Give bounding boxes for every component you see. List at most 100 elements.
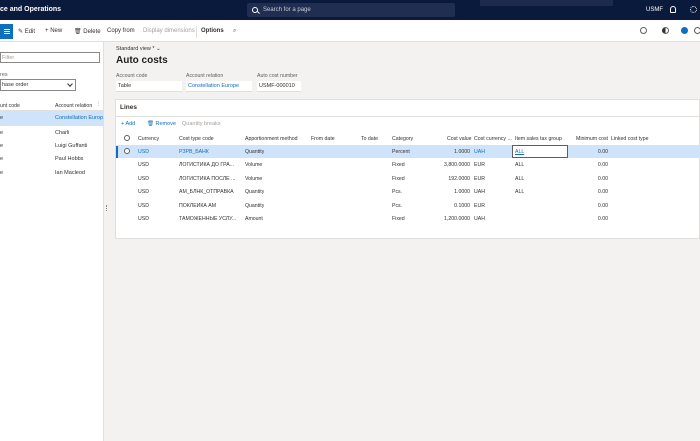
lines-section-title[interactable]: Lines [120,104,137,111]
cell-currency[interactable]: USD [138,216,149,222]
add-line-button[interactable]: + Add [121,121,135,127]
module-type-select[interactable]: hase order [0,79,76,91]
search-box[interactable]: Search for a page [247,3,455,17]
office-icon[interactable] [681,27,688,34]
cell-category[interactable]: Fixed [392,176,405,182]
table-row[interactable]: USD РЗРВ_БАНК Quantity Percent 1.0000 UA… [116,145,700,158]
cell-cost-value[interactable]: 192.0000 [426,176,470,182]
column-header-account-code[interactable]: unt code [0,103,20,109]
cell-cost-type[interactable]: ЛОГИСТИКА ПОСЛЕ ... [179,176,241,182]
table-row[interactable]: USD ТАМОЖЕННЫЕ УСЛУ... Amount Fixed 1,20… [116,212,700,225]
cell-cost-currency[interactable]: UAH [474,149,485,155]
row-select-radio[interactable] [124,148,130,154]
hamburger-menu-button[interactable] [0,24,13,39]
column-header-linked-cost-type[interactable]: Linked cost type [611,136,649,142]
cell-method[interactable]: Amount [245,216,263,222]
cell-method[interactable]: Quantity [245,149,264,155]
refresh-icon[interactable] [694,27,700,34]
cell-category[interactable]: Percent [392,149,410,155]
column-header-cost-value[interactable]: Cost value [447,136,472,142]
list-item[interactable]: e Ian Macleod [0,166,104,181]
cell-method[interactable]: Volume [245,176,262,182]
cell-minimum-cost[interactable]: 0.00 [580,176,608,182]
cell-currency[interactable]: USD [138,162,149,168]
list-item-code: e [0,143,4,149]
quantity-breaks-button[interactable]: Quantity breaks [182,121,221,127]
cell-category[interactable]: Pcs. [392,203,402,209]
cell-tax-group[interactable]: ALL [515,189,524,195]
cell-method[interactable]: Quantity [245,189,264,195]
cell-cost-currency[interactable]: UAH [474,216,485,222]
display-dimensions-button[interactable]: Display dimensions [143,28,195,34]
cell-tax-group[interactable]: ALL [515,162,524,168]
table-row[interactable]: USD ПОКЛЕЙКА АМ Quantity Pcs. 0.1000 EUR… [116,199,700,212]
cell-currency[interactable]: USD [138,149,149,155]
cell-method[interactable]: Quantity [245,203,264,209]
item-sales-tax-group-input[interactable]: ALL [512,145,568,158]
cell-cost-value[interactable]: 1,200.0000 [426,216,470,222]
cell-method[interactable]: Volume [245,162,262,168]
remove-line-button[interactable]: 🗑 Remove [147,121,176,127]
options-tab[interactable]: Options [201,28,224,34]
select-all-radio[interactable] [124,135,130,141]
bell-icon[interactable] [670,6,676,13]
cell-minimum-cost[interactable]: 0.00 [580,216,608,222]
cell-category[interactable]: Fixed [392,216,405,222]
view-selector[interactable]: Standard view * ⌄ [116,46,161,52]
cell-cost-value[interactable]: 3,800.0000 [426,162,470,168]
delete-button[interactable]: 🗑 Delete [74,28,101,35]
attach-icon[interactable] [640,27,647,34]
cell-cost-type[interactable]: ПОКЛЕЙКА АМ [179,203,241,209]
cell-minimum-cost[interactable]: 0.00 [580,189,608,195]
column-header-account-relation[interactable]: Account relation [55,103,92,109]
cell-cost-currency[interactable]: EUR [474,162,485,168]
column-header-apportionment-method[interactable]: Apportionment method [245,136,297,142]
cell-cost-currency[interactable]: EUR [474,203,485,209]
cell-cost-type[interactable]: ЛОГИСТИКА ДО ГРА... [179,162,241,168]
cell-cost-value[interactable]: 1.0000 [426,149,470,155]
edit-button[interactable]: ✎ Edit [18,28,35,35]
table-row[interactable]: USD ЛОГИСТИКА ПОСЛЕ ... Volume Fixed 192… [116,172,700,185]
column-header-currency[interactable]: Currency [138,136,159,142]
cell-tax-group[interactable]: ALL [515,176,524,182]
table-row[interactable]: USD ЛОГИСТИКА ДО ГРА... Volume Fixed 3,8… [116,158,700,171]
filter-input[interactable]: Filter [0,52,100,63]
cell-currency[interactable]: USD [138,189,149,195]
cell-cost-type[interactable]: ТАМОЖЕННЫЕ УСЛУ... [179,216,241,222]
cell-cost-value[interactable]: 0.1000 [426,203,470,209]
pane-splitter-handle[interactable] [106,205,108,211]
cell-category[interactable]: Fixed [392,162,405,168]
column-header-item-sales-tax-group[interactable]: Item sales tax group [515,136,562,142]
column-header-from-date[interactable]: From date [311,136,335,142]
list-item[interactable]: e Paul Hobbs [0,152,104,167]
new-button[interactable]: + New [45,28,62,34]
column-header-category[interactable]: Category [392,136,413,142]
cell-cost-type[interactable]: РЗРВ_БАНК [179,149,241,155]
company-picker[interactable]: USMF [646,7,663,13]
cell-cost-currency[interactable]: UAH [474,189,485,195]
cell-currency[interactable]: USD [138,176,149,182]
cell-minimum-cost[interactable]: 0.00 [580,203,608,209]
cell-minimum-cost[interactable]: 0.00 [580,162,608,168]
column-more-icon[interactable]: ⋮ [96,101,101,107]
cell-cost-currency[interactable]: EUR [474,176,485,182]
column-header-cost-type-code[interactable]: Cost type code [179,136,214,142]
cell-category[interactable]: Pcs. [392,189,402,195]
toolbar-search-icon[interactable]: ⌕ [233,28,236,35]
gear-icon[interactable] [690,6,697,13]
cell-cost-type[interactable]: АМ_БЛНК_ОТПРАВКА [179,189,241,195]
table-row[interactable]: USD АМ_БЛНК_ОТПРАВКА Quantity Pcs. 1.000… [116,185,700,198]
lines-divider [116,116,700,117]
list-item[interactable]: e Constellation Europ [0,111,104,126]
account-code-field[interactable]: Table [116,81,182,92]
column-header-cost-currency[interactable]: Cost currency ... [474,136,512,142]
cell-currency[interactable]: USD [138,203,149,209]
cell-cost-value[interactable]: 1.0000 [426,189,470,195]
auto-cost-number-field[interactable]: USMF-000010 [257,81,301,92]
account-relation-field[interactable]: Constellation Europe [186,81,252,92]
theme-icon[interactable] [662,27,669,34]
cell-minimum-cost[interactable]: 0.00 [580,149,608,155]
copy-from-button[interactable]: Copy from [107,28,135,34]
column-header-minimum-cost[interactable]: Minimum cost [576,136,608,142]
column-header-to-date[interactable]: To date [361,136,378,142]
